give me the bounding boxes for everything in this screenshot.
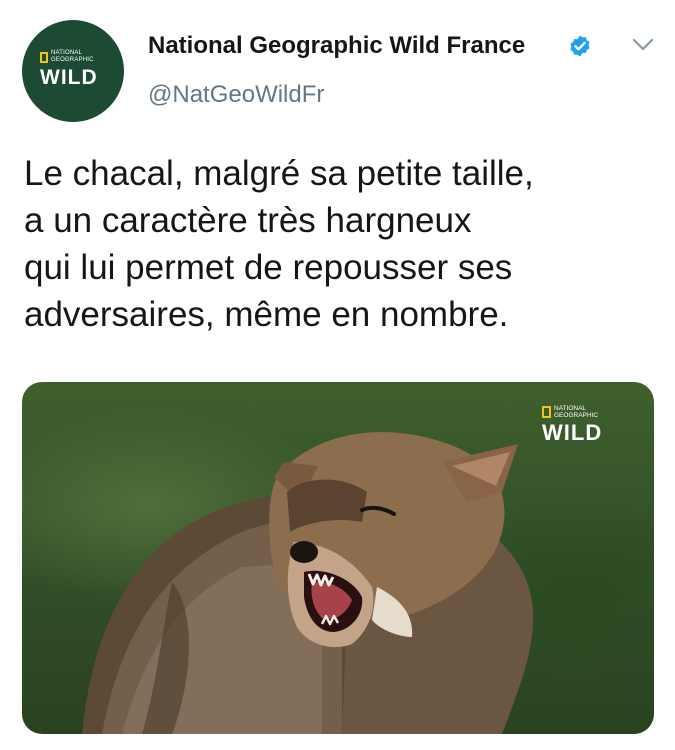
account-handle[interactable]: @NatGeoWildFr bbox=[148, 81, 324, 109]
natgeo-yellow-border-icon bbox=[40, 52, 48, 63]
tweet-text-line: adversaires, même en nombre. bbox=[24, 295, 509, 334]
logo-line-1: NATIONAL bbox=[51, 50, 83, 56]
watermark-line-1: NATIONAL bbox=[554, 405, 587, 412]
logo-wordmark: WILD bbox=[40, 66, 98, 89]
natgeo-wild-logo: NATIONAL GEOGRAPHIC WILD bbox=[40, 50, 110, 94]
tweet-text-line: Le chacal, malgré sa petite taille, bbox=[24, 154, 534, 193]
verified-badge-icon bbox=[570, 35, 590, 57]
account-name[interactable]: National Geographic Wild France bbox=[148, 32, 525, 60]
logo-text: NATIONAL GEOGRAPHIC bbox=[51, 50, 94, 63]
tweet-card: NATIONAL GEOGRAPHIC WILD National Geogra… bbox=[0, 0, 675, 750]
watermark-line-2: GEOGRAPHIC bbox=[554, 412, 599, 419]
tweet-text: Le chacal, malgré sa petite taille, a un… bbox=[24, 150, 654, 338]
chevron-down-icon[interactable] bbox=[632, 38, 654, 52]
natgeo-yellow-border-icon bbox=[542, 406, 551, 418]
video-watermark: NATIONAL GEOGRAPHIC WILD bbox=[542, 404, 632, 454]
tweet-video[interactable]: NATIONAL GEOGRAPHIC WILD bbox=[22, 382, 654, 734]
watermark-wordmark: WILD bbox=[542, 420, 603, 445]
logo-line-2: GEOGRAPHIC bbox=[51, 56, 94, 63]
tweet-text-line: qui lui permet de repousser ses bbox=[24, 248, 513, 287]
watermark-text: NATIONAL GEOGRAPHIC bbox=[554, 405, 598, 419]
tweet-text-line: a un caractère très hargneux bbox=[24, 201, 472, 240]
avatar[interactable]: NATIONAL GEOGRAPHIC WILD bbox=[22, 20, 124, 122]
